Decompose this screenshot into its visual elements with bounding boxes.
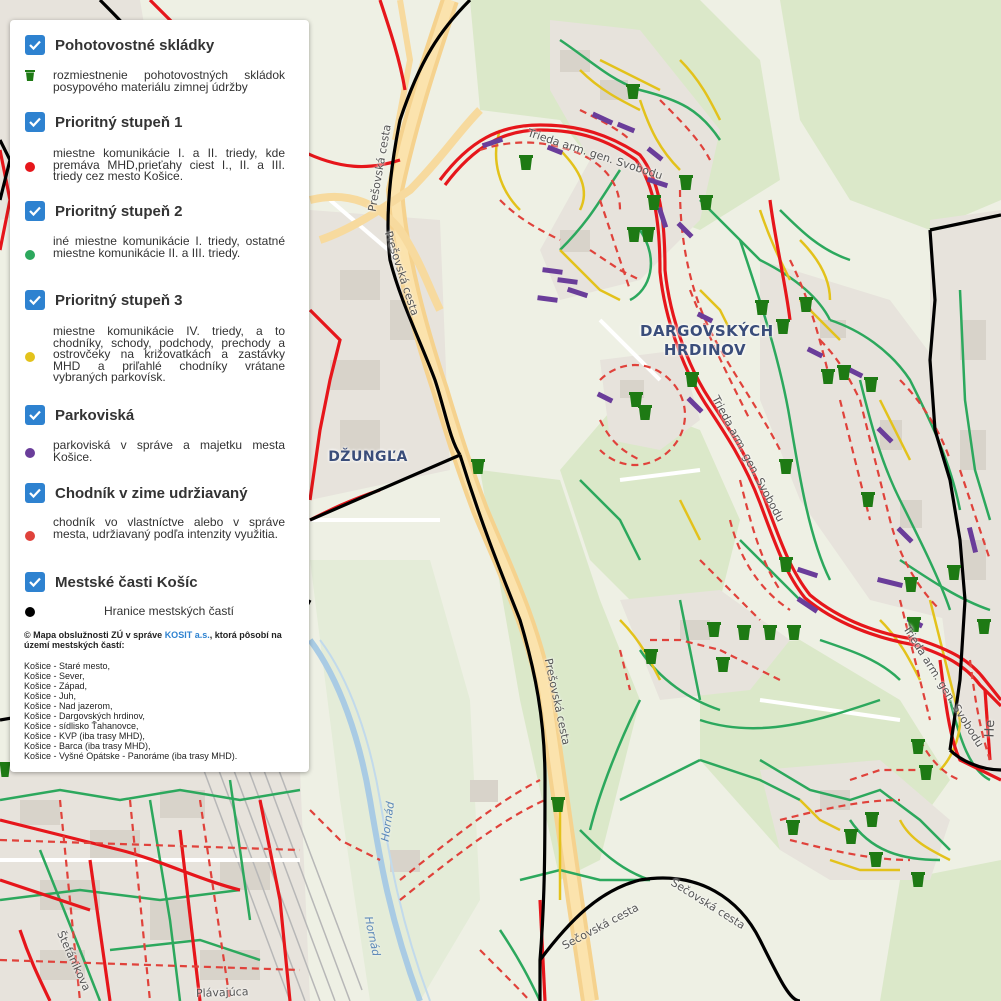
legend-title: Prioritný stupeň 2 (55, 202, 183, 220)
district-label-line2: HRDINOV (663, 341, 747, 359)
district-list-item: Košice - Sever, (24, 671, 85, 681)
checkmark-icon (29, 40, 41, 51)
district-list-item: Košice - Dargovských hrdinov, (24, 711, 145, 721)
legend-title: Mestské časti Košíc (55, 573, 198, 591)
checkbox-priority-1[interactable] (25, 112, 45, 132)
checkbox-sidewalks[interactable] (25, 483, 45, 503)
legend-desc: parkoviská v správe a majetku mesta Koši… (53, 438, 285, 464)
legend-title: Prioritný stupeň 1 (55, 113, 183, 131)
priority-3-color-dot (25, 352, 35, 362)
legend-layer-toggle-priority-3[interactable]: Prioritný stupeň 3 (25, 289, 183, 311)
legend-item-priority-3: miestne komunikácie IV. triedy, a to cho… (25, 324, 285, 384)
priority-2-color-dot (25, 250, 35, 260)
legend-title: Prioritný stupeň 3 (55, 291, 183, 309)
checkbox-districts[interactable] (25, 572, 45, 592)
legend-item-emergency-depots: rozmiestnenie pohotovostných skládok pos… (25, 68, 285, 94)
district-list-item: Košice - Západ, (24, 681, 88, 691)
street-label-plavajuca: Plávajúca (195, 985, 249, 1000)
legend-layer-toggle-districts[interactable]: Mestské časti Košíc (25, 571, 198, 593)
legend-layer-toggle-parking[interactable]: Parkoviská (25, 404, 134, 426)
sidewalk-color-dot (25, 531, 35, 541)
district-list-item: Košice - Nad jazerom, (24, 701, 113, 711)
legend-layer-toggle-priority-2[interactable]: Prioritný stupeň 2 (25, 200, 183, 222)
checkmark-icon (29, 206, 41, 217)
trash-bin-icon (25, 70, 35, 81)
legend-item-priority-2: iné miestne komunikácie I. triedy, ostat… (25, 234, 285, 260)
checkmark-icon (29, 577, 41, 588)
district-label-dzungla: DŽUNGĽA (318, 448, 418, 467)
legend-copyright: © Mapa obslužnosti ZÚ v správe KOSIT a.s… (24, 630, 299, 650)
legend-panel: Pohotovostné skládky rozmiestnenie pohot… (10, 20, 309, 772)
district-label-line1: DARGOVSKÝCH (640, 322, 774, 340)
legend-layer-toggle-priority-1[interactable]: Prioritný stupeň 1 (25, 111, 183, 133)
district-list-item: Košice - Staré mesto, (24, 661, 111, 671)
legend-desc: miestne komunikácie I. a II. triedy, kde… (53, 146, 285, 183)
parking-color-dot (25, 448, 35, 458)
legend-layer-toggle-sidewalks[interactable]: Chodník v zime udržiavaný (25, 482, 248, 504)
checkbox-priority-3[interactable] (25, 290, 45, 310)
district-list-item: Košice - Barca (iba trasy MHD), (24, 741, 151, 751)
kosit-link[interactable]: KOSIT a.s. (165, 630, 210, 640)
legend-item-parking: parkoviská v správe a majetku mesta Koši… (25, 438, 285, 464)
checkmark-icon (29, 488, 41, 499)
legend-item-sidewalks: chodník vo vlastníctve alebo v správe me… (25, 515, 285, 541)
legend-title: Parkoviská (55, 406, 135, 424)
legend-item-districts: Hranice mestských častí (25, 604, 285, 618)
legend-title: Pohotovostné skládky (55, 36, 215, 54)
district-list: Košice - Staré mesto, Košice - Sever, Ko… (24, 661, 299, 761)
street-label-partial: He (982, 719, 999, 738)
priority-1-color-dot (25, 162, 35, 172)
legend-desc: Hranice mestských častí (103, 604, 235, 618)
checkbox-parking[interactable] (25, 405, 45, 425)
district-label-line1: DŽUNGĽA (328, 449, 408, 465)
checkbox-emergency-depots[interactable] (25, 35, 45, 55)
copyright-prefix: © Mapa obslužnosti ZÚ v správe (24, 630, 163, 640)
legend-desc: iné miestne komunikácie I. triedy, ostat… (53, 234, 285, 260)
district-label-dargovskych-hrdinov: DARGOVSKÝCH HRDINOV (640, 322, 774, 360)
district-list-item: Košice - Vyšné Opátske - Panoráme (iba t… (24, 751, 238, 761)
legend-layer-toggle-emergency-depots[interactable]: Pohotovostné skládky (25, 34, 214, 56)
checkmark-icon (29, 295, 41, 306)
district-list-item: Košice - Juh, (24, 691, 77, 701)
checkbox-priority-2[interactable] (25, 201, 45, 221)
legend-title: Chodník v zime udržiavaný (55, 484, 248, 502)
legend-desc: miestne komunikácie IV. triedy, a to cho… (53, 324, 285, 384)
legend-desc: rozmiestnenie pohotovostných skládok pos… (53, 68, 285, 94)
legend-desc: chodník vo vlastníctve alebo v správe me… (53, 515, 285, 541)
legend-item-priority-1: miestne komunikácie I. a II. triedy, kde… (25, 146, 285, 183)
checkmark-icon (29, 410, 41, 421)
checkmark-icon (29, 117, 41, 128)
district-list-item: Košice - KVP (iba trasy MHD), (24, 731, 145, 741)
boundary-color-dot (25, 607, 35, 617)
district-list-item: Košice - sídlisko Ťahanovce, (24, 721, 139, 731)
